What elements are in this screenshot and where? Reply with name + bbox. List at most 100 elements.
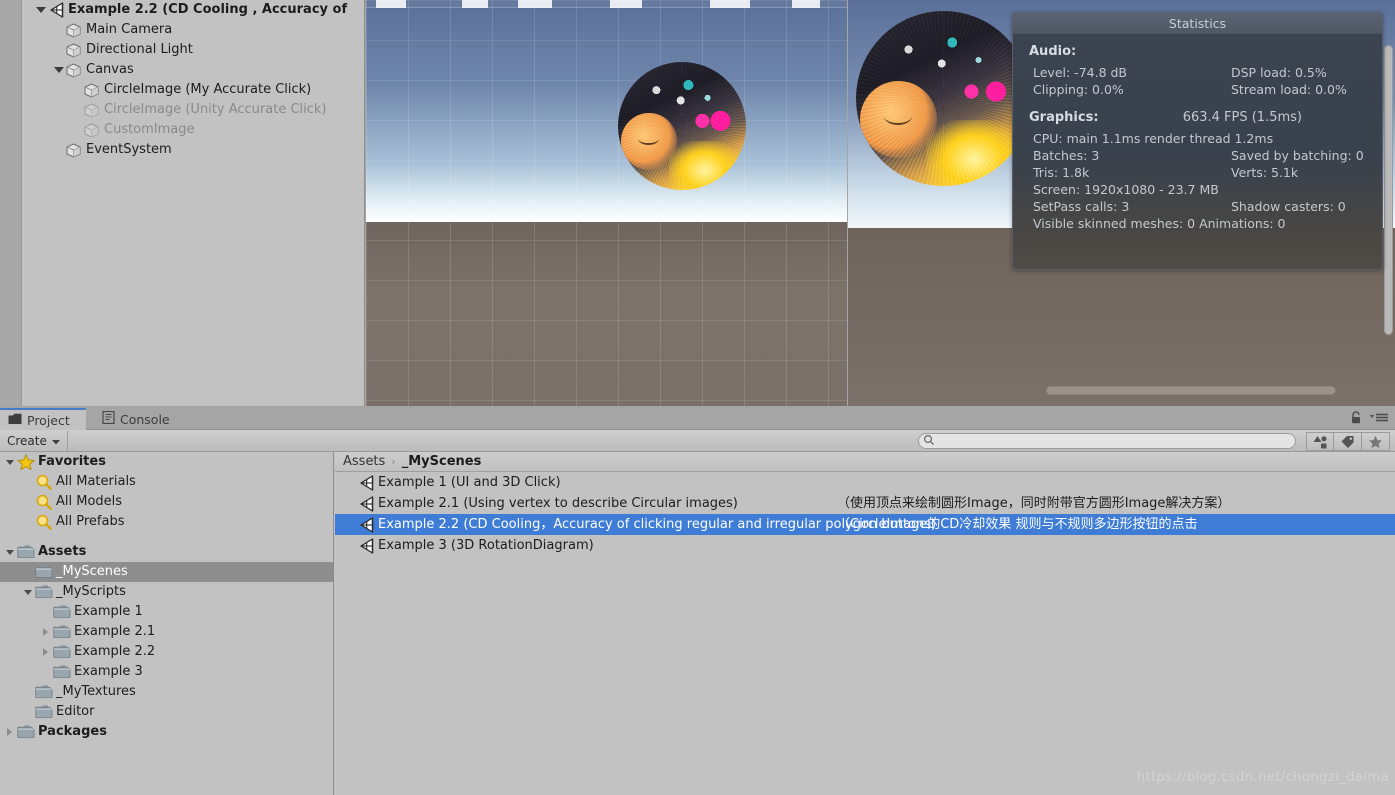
game-view-vertical-scrollbar[interactable]: [1384, 45, 1393, 335]
star-icon: [17, 454, 35, 470]
filter-by-type-icon[interactable]: [1306, 432, 1334, 451]
asset-row[interactable]: Example 3 (3D RotationDiagram): [335, 535, 1395, 556]
tab-project-label: Project: [27, 412, 70, 428]
folder-icon: [17, 724, 35, 740]
statistics-audio-group: Level: -74.8 dB DSP load: 0.5% Clipping: 0…: [1029, 64, 1382, 98]
chevron-down-icon: [51, 434, 60, 448]
tree-item-myscenes[interactable]: _MyScenes: [0, 562, 333, 582]
tree-item-assets[interactable]: Assets: [0, 542, 333, 562]
asset-row[interactable]: Example 2.1 (Using vertex to describe Ci…: [335, 493, 1395, 514]
arrow-spacer: [52, 20, 65, 40]
statistics-graphics-group: CPU: main 1.1ms render thread 1.2ms Batch…: [1029, 130, 1382, 232]
tree-item-editor[interactable]: Editor: [0, 702, 333, 722]
hierarchy-row[interactable]: Example 2.2 (CD Cooling , Accuracy of: [22, 0, 364, 20]
expand-arrow-icon[interactable]: [4, 542, 17, 562]
statistics-title: Statistics: [1013, 13, 1382, 35]
hierarchy-row[interactable]: Directional Light: [22, 40, 364, 60]
top-panels-area: Example 2.2 (CD Cooling , Accuracy of Mai…: [0, 0, 1395, 408]
hierarchy-panel[interactable]: Example 2.2 (CD Cooling , Accuracy of Mai…: [0, 0, 365, 406]
tree-item-label: Example 2.2: [74, 644, 156, 659]
project-tree-sidebar[interactable]: Favorites All Materials All Models All Pref…: [0, 452, 334, 795]
tree-item-example-3[interactable]: Example 3: [0, 662, 333, 682]
tree-item-all-materials[interactable]: All Materials: [0, 472, 333, 492]
breadcrumb: Assets › _MyScenes: [335, 452, 1395, 472]
hierarchy-row-label: CustomImage: [104, 122, 195, 137]
tree-item-all-models[interactable]: All Models: [0, 492, 333, 512]
statistics-line: Screen: 1920x1080 - 23.7 MB: [1033, 181, 1382, 198]
statistics-line-text: CPU: main 1.1ms render thread 1.2ms: [1033, 131, 1274, 146]
tree-item-example-2-1[interactable]: Example 2.1: [0, 622, 333, 642]
hierarchy-row-label: Example 2.2 (CD Cooling , Accuracy of: [68, 2, 348, 17]
hierarchy-row[interactable]: EventSystem: [22, 140, 364, 160]
hierarchy-row[interactable]: Main Camera: [22, 20, 364, 40]
folder-icon: [35, 684, 53, 700]
create-button[interactable]: Create: [0, 430, 68, 451]
arrow-spacer: [40, 662, 53, 682]
expand-arrow-icon[interactable]: [34, 0, 47, 20]
search-field[interactable]: [918, 433, 1296, 449]
create-button-label: Create: [7, 433, 47, 448]
project-content-pane[interactable]: Assets › _MyScenes Example 1 (UI and 3D …: [335, 452, 1395, 795]
search-input[interactable]: [935, 434, 1275, 448]
tabbar-right-controls: [1350, 408, 1389, 430]
lock-icon[interactable]: [1350, 411, 1362, 427]
tree-item-packages[interactable]: Packages: [0, 722, 333, 742]
hierarchy-row[interactable]: CircleImage (Unity Accurate Click): [22, 100, 364, 120]
statistics-panel: Statistics Audio: Level: -74.8 dB DSP loa…: [1012, 12, 1383, 270]
hierarchy-row[interactable]: CircleImage (My Accurate Click): [22, 80, 364, 100]
hierarchy-list[interactable]: Example 2.2 (CD Cooling , Accuracy of Mai…: [22, 0, 364, 160]
tab-console[interactable]: Console: [94, 408, 182, 430]
game-view-horizontal-scrollbar[interactable]: [1046, 386, 1336, 395]
hierarchy-row[interactable]: CustomImage: [22, 120, 364, 140]
tree-item-label: Example 3: [74, 664, 143, 679]
asset-row[interactable]: Example 1 (UI and 3D Click): [335, 472, 1395, 493]
folder-icon: [53, 644, 71, 660]
tree-item-label: Editor: [56, 704, 95, 719]
arrow-spacer: [22, 562, 35, 582]
tree-item-label: _MyScenes: [56, 564, 128, 579]
scene-view[interactable]: [366, 0, 847, 406]
tree-item-example-1[interactable]: Example 1: [0, 602, 333, 622]
game-circle-image[interactable]: [856, 11, 1031, 186]
collapse-arrow-icon[interactable]: [4, 722, 17, 742]
arrow-spacer: [22, 702, 35, 722]
project-folder-icon: [8, 413, 22, 428]
hierarchy-row[interactable]: Canvas: [22, 60, 364, 80]
project-browser-area: Project Console Create Favorites All Mat…: [0, 408, 1395, 795]
search-saved-icon: [35, 514, 53, 530]
console-icon: [102, 410, 115, 427]
expand-arrow-icon[interactable]: [22, 582, 35, 602]
breadcrumb-root[interactable]: Assets: [343, 452, 385, 472]
expand-arrow-icon[interactable]: [52, 60, 65, 80]
tree-item-example-2-2[interactable]: Example 2.2: [0, 642, 333, 662]
hierarchy-row-label: Directional Light: [86, 42, 193, 57]
folder-icon: [35, 564, 53, 580]
game-view[interactable]: Statistics Audio: Level: -74.8 dB DSP loa…: [848, 0, 1395, 406]
folder-icon: [53, 664, 71, 680]
statistics-line-right: Verts: 5.1k: [1231, 165, 1299, 180]
tree-item-all-prefabs[interactable]: All Prefabs: [0, 512, 333, 532]
tree-item-label: All Prefabs: [56, 514, 125, 529]
collapse-arrow-icon[interactable]: [40, 622, 53, 642]
gameobject-cube-icon: [83, 102, 100, 118]
tree-item-mytextures[interactable]: _MyTextures: [0, 682, 333, 702]
tree-item-myscripts[interactable]: _MyScripts: [0, 582, 333, 602]
search-saved-icon: [35, 474, 53, 490]
tab-project[interactable]: Project: [0, 408, 86, 430]
expand-arrow-icon[interactable]: [4, 452, 17, 472]
filter-favorites-star-icon[interactable]: [1362, 432, 1390, 451]
arrow-spacer: [70, 100, 83, 120]
statistics-line: Level: -74.8 dB DSP load: 0.5%: [1033, 64, 1382, 81]
asset-file-list[interactable]: Example 1 (UI and 3D Click) Example 2.1 (…: [335, 472, 1395, 556]
tree-item-favorites[interactable]: Favorites: [0, 452, 333, 472]
unity-scene-icon: [357, 495, 375, 512]
collapse-arrow-icon[interactable]: [40, 642, 53, 662]
asset-row[interactable]: Example 2.2 (CD Cooling，Accuracy of clic…: [335, 514, 1395, 535]
filter-by-label-icon[interactable]: [1334, 432, 1362, 451]
panel-menu-icon[interactable]: [1369, 412, 1389, 426]
circle-cd-sheen: [618, 62, 746, 190]
hierarchy-row-label: Canvas: [86, 62, 134, 77]
search-icon: [923, 434, 935, 449]
scene-circle-image[interactable]: [618, 62, 746, 190]
statistics-line-left: Tris: 1.8k: [1033, 165, 1090, 180]
